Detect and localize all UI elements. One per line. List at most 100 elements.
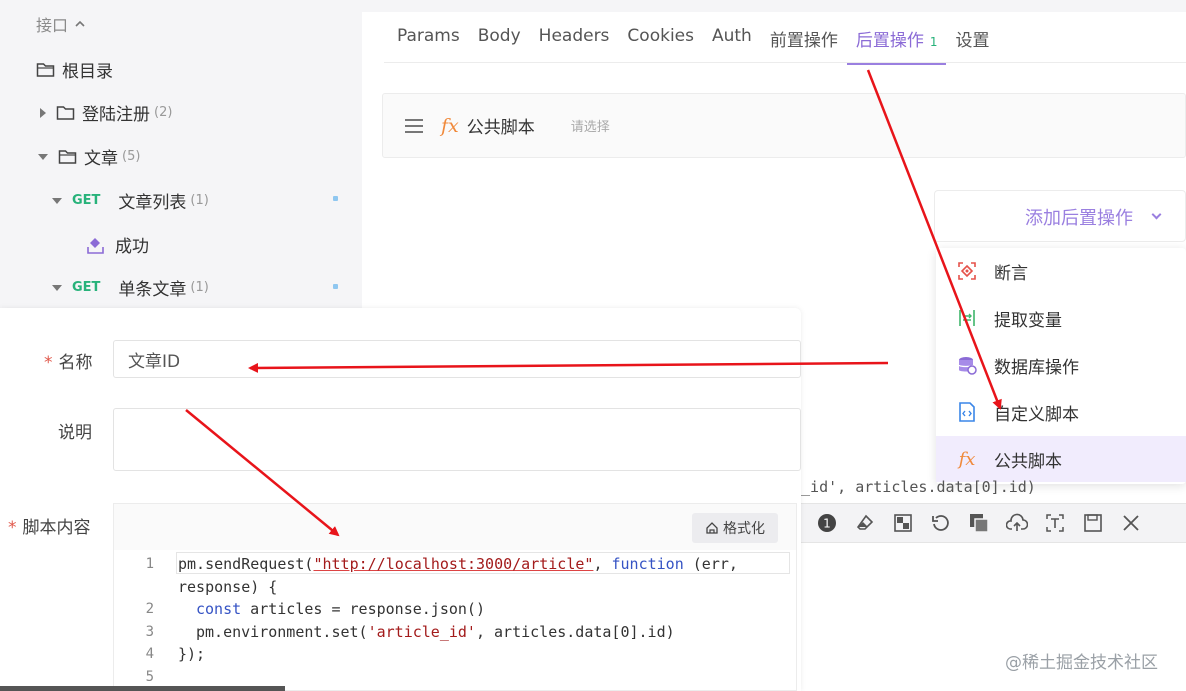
button-label: 添加后置操作 (1025, 208, 1133, 229)
post-operation-menu: 断言 提取变量 数据库操作 自定义脚本 fx 公共脚本 (936, 248, 1186, 484)
description-label: 说明 (58, 418, 92, 443)
sidebar-item-label: 成功 (115, 237, 149, 257)
tab-label: Cookies (627, 26, 694, 46)
sidebar-item-success[interactable]: 成功 (85, 232, 149, 257)
menu-item-extract-variable[interactable]: 提取变量 (936, 295, 1186, 341)
upload-cloud-icon[interactable] (1006, 512, 1028, 534)
line-number: 4 (145, 646, 154, 662)
code-line-2: const articles = response.json() (196, 600, 485, 618)
caret-right-icon[interactable] (40, 107, 46, 118)
watermark: @稀土掘金技术社区 (1005, 653, 1158, 673)
tab-label: Body (477, 26, 521, 46)
sidebar-item-label: 单条文章 (118, 280, 187, 300)
tab-label: 后置操作 (855, 31, 924, 51)
tab-params[interactable]: Params (388, 26, 469, 65)
required-mark: * (8, 518, 17, 538)
folder-open-icon (36, 63, 55, 77)
script-content-label: * 脚本内容 (8, 513, 91, 538)
script-form-panel: * 名称 文章ID 说明 * 脚本内容 格式化 1 pm.sendRequest("… (0, 308, 801, 691)
code-line-4: }); (178, 645, 206, 663)
tab-auth[interactable]: Auth (703, 26, 761, 65)
tab-headers[interactable]: Headers (530, 26, 619, 65)
status-dot (333, 196, 338, 201)
undo-icon[interactable] (930, 512, 952, 534)
menu-item-assertion[interactable]: 断言 (936, 248, 1186, 294)
description-input[interactable] (113, 408, 801, 471)
menu-item-label: 断言 (994, 263, 1028, 284)
label-text: 说明 (58, 423, 92, 443)
tab-post-operations[interactable]: 后置操作 1 (846, 26, 947, 65)
name-input[interactable]: 文章ID (113, 340, 801, 378)
line-number: 3 (145, 624, 154, 640)
example-icon (87, 237, 104, 254)
background-code-fragment: e_id', articles.data[0].id) (792, 478, 1036, 496)
folder-icon (56, 106, 75, 120)
code-editor[interactable]: 格式化 1 pm.sendRequest("http://localhost:3… (113, 503, 797, 691)
script-select[interactable]: 请选择 (571, 116, 610, 135)
tab-settings[interactable]: 设置 (946, 26, 998, 65)
close-icon[interactable] (1120, 512, 1142, 534)
tab-label: Params (397, 26, 460, 46)
fx-icon: fx (958, 448, 976, 470)
tab-label: 前置操作 (769, 31, 838, 51)
post-operation-item: fx 公共脚本 请选择 (382, 93, 1186, 158)
sidebar-header-label: 接口 (36, 16, 69, 35)
item-count: (1) (190, 280, 209, 295)
method-badge: GET (72, 193, 101, 208)
target-icon (956, 260, 978, 282)
sidebar-item-single-article[interactable]: GET 单条文章 (1) (52, 275, 209, 300)
caret-down-icon[interactable] (52, 284, 62, 291)
code-line-3: pm.environment.set('article_id', article… (196, 623, 675, 641)
caret-down-icon[interactable] (38, 153, 48, 160)
copy-icon[interactable] (968, 512, 990, 534)
tab-count-badge: 1 (929, 35, 938, 49)
tab-cookies[interactable]: Cookies (618, 26, 703, 65)
tab-pre-operations[interactable]: 前置操作 (761, 26, 847, 65)
menu-item-label: 数据库操作 (994, 357, 1079, 378)
tab-label: Auth (711, 26, 752, 46)
operation-title: 公共脚本 (466, 118, 535, 138)
folder-open-icon (58, 150, 77, 164)
info-icon[interactable]: 1 (816, 512, 838, 534)
menu-item-label: 公共脚本 (994, 451, 1062, 472)
sidebar-item-label: 登陆注册 (82, 105, 150, 125)
name-value: 文章ID (128, 351, 181, 372)
sidebar-item-article-list[interactable]: GET 文章列表 (1) (52, 188, 209, 213)
drag-handle-icon[interactable] (405, 118, 423, 133)
item-count: (2) (154, 105, 173, 120)
menu-item-custom-script[interactable]: 自定义脚本 (936, 389, 1186, 435)
menu-item-database[interactable]: 数据库操作 (936, 342, 1186, 388)
sidebar-header[interactable]: 接口 (36, 12, 86, 36)
tab-body[interactable]: Body (469, 26, 530, 65)
menu-item-public-script[interactable]: fx 公共脚本 (936, 436, 1186, 482)
layout-icon[interactable] (892, 512, 914, 534)
sidebar-item-login[interactable]: 登陆注册 (2) (40, 100, 172, 125)
line-number: 1 (145, 556, 154, 572)
save-icon[interactable] (1082, 512, 1104, 534)
text-format-icon[interactable] (1044, 512, 1066, 534)
window-bottom-strip (0, 686, 285, 691)
sidebar-item-label: 根目录 (62, 62, 113, 82)
chevron-up-icon (75, 20, 85, 27)
format-button[interactable]: 格式化 (692, 513, 778, 543)
tab-label: Headers (538, 26, 610, 46)
name-label: * 名称 (44, 348, 93, 373)
request-tabs: Params Body Headers Cookies Auth 前置操作 后置… (388, 26, 998, 65)
tab-label: 设置 (955, 31, 990, 51)
caret-down-icon[interactable] (52, 197, 62, 204)
item-count: (5) (122, 149, 141, 164)
code-editor-header: 格式化 (114, 504, 796, 550)
svg-text:1: 1 (823, 517, 831, 531)
menu-item-label: 自定义脚本 (994, 404, 1079, 425)
tabs-divider (384, 62, 1186, 63)
sidebar-item-articles[interactable]: 文章 (5) (38, 144, 140, 169)
sidebar-item-root[interactable]: 根目录 (36, 57, 113, 82)
editor-toolbar: 1 (800, 503, 1186, 543)
chevron-down-icon (1151, 209, 1162, 220)
eraser-icon[interactable] (854, 512, 876, 534)
add-post-operation-button[interactable]: 添加后置操作 (934, 190, 1186, 242)
line-number: 2 (145, 601, 154, 617)
script-file-icon (956, 401, 978, 423)
status-dot (333, 284, 338, 289)
required-mark: * (44, 353, 53, 373)
